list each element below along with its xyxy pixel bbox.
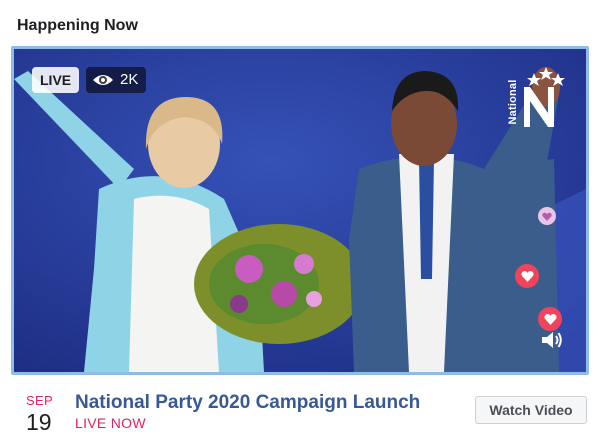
event-day: 19 [26, 409, 52, 435]
event-title-link[interactable]: National Party 2020 Campaign Launch [75, 392, 420, 414]
heart-reaction-icon [538, 207, 556, 225]
live-video-player[interactable]: LIVE 2K National [11, 46, 589, 375]
heart-reaction-icon [515, 264, 539, 288]
section-title: Happening Now [17, 17, 138, 34]
live-now-status: LIVE NOW [75, 415, 146, 431]
live-badge: LIVE [32, 67, 80, 93]
eye-icon [92, 73, 114, 87]
watch-video-button[interactable]: Watch Video [475, 396, 587, 424]
viewer-count-badge: 2K [86, 67, 147, 93]
viewer-count: 2K [120, 71, 139, 88]
heart-reaction-icon [538, 307, 562, 331]
happening-now-card: Happening Now LIVE 2K National SEP 19 Na… [0, 0, 600, 443]
national-party-logo: National [496, 63, 576, 133]
volume-icon[interactable] [540, 329, 564, 356]
logo-text: National [507, 79, 519, 125]
event-month: SEP [26, 393, 53, 408]
event-footer: SEP 19 National Party 2020 Campaign Laun… [0, 385, 600, 443]
